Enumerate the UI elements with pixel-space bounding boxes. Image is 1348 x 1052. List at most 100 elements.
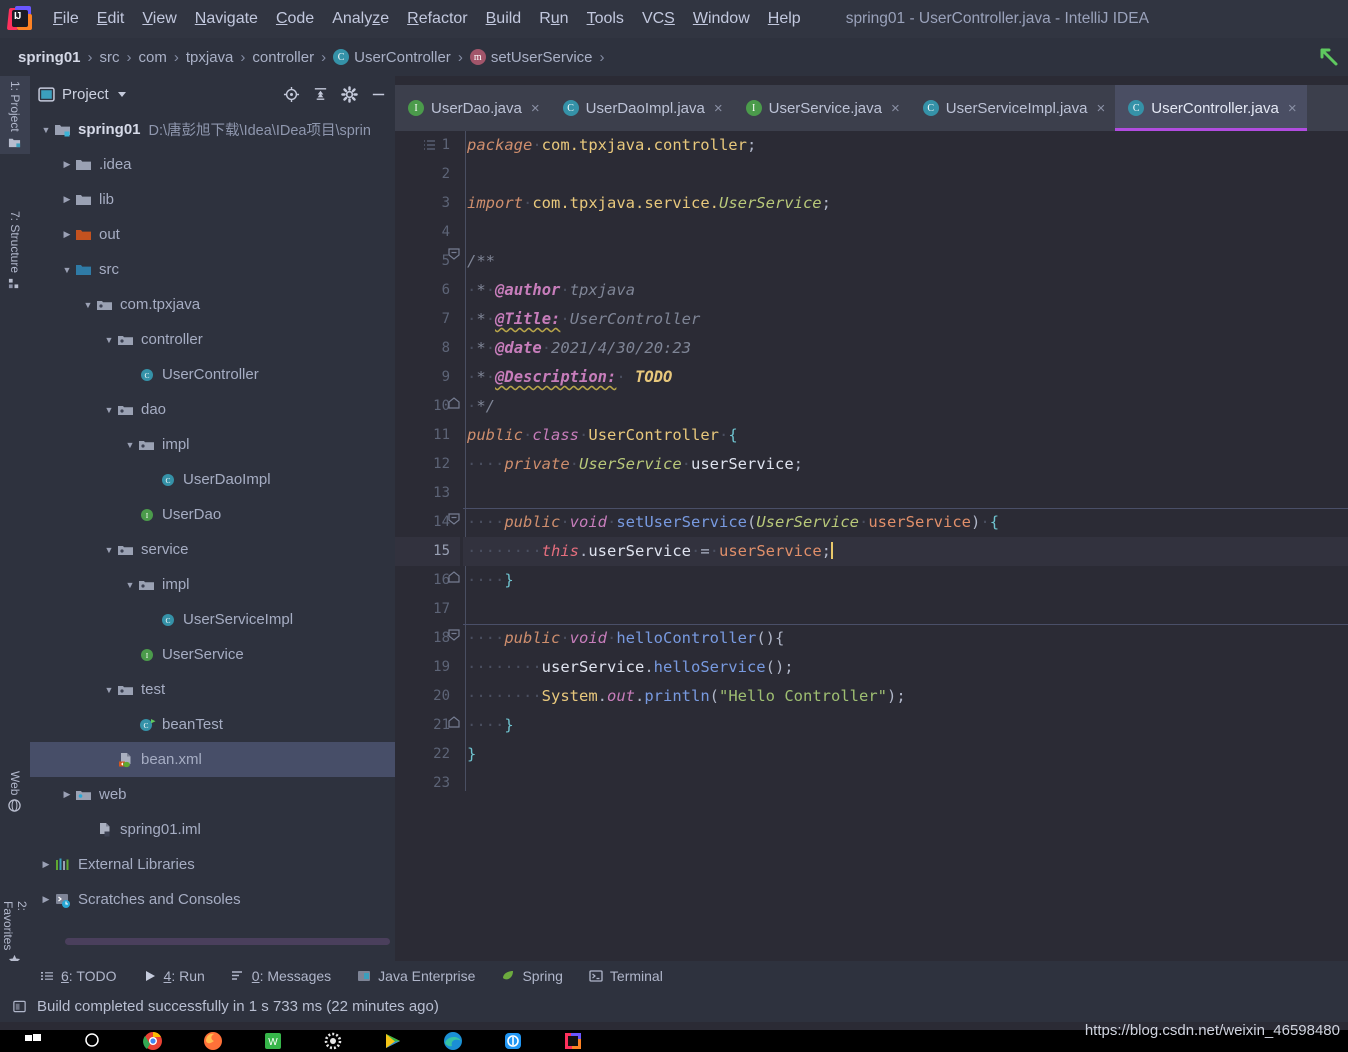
tab-close-icon[interactable]: × <box>891 100 900 117</box>
menu-edit[interactable]: Edit <box>88 6 134 32</box>
fold-end-icon-16[interactable] <box>447 570 461 584</box>
tree-node-spring01-iml[interactable]: spring01.iml <box>30 812 395 847</box>
tree-node-external-libraries[interactable]: ▶ External Libraries <box>30 847 395 882</box>
tool-window-spring[interactable]: Spring <box>501 968 563 984</box>
firefox-icon[interactable] <box>202 1031 224 1051</box>
code-line-6[interactable]: ·*·@author·tpxjava <box>463 276 1348 305</box>
edge-icon[interactable] <box>442 1031 464 1051</box>
tree-node-service[interactable]: ▼ service <box>30 532 395 567</box>
tree-arrow-down-icon[interactable]: ▼ <box>101 405 117 415</box>
code-text[interactable]: package·com.tpxjava.controller; import·c… <box>463 131 1348 961</box>
tool-window-terminal[interactable]: Terminal <box>589 968 663 984</box>
tool-strip-project[interactable]: 1: Project <box>0 76 30 154</box>
hide-panel-icon[interactable] <box>370 86 387 103</box>
tree-node-test[interactable]: ▼ test <box>30 672 395 707</box>
tree-node--idea[interactable]: ▶ .idea <box>30 147 395 182</box>
menu-help[interactable]: Help <box>759 6 810 32</box>
code-line-8[interactable]: ·*·@date·2021/4/30/20:23 <box>463 334 1348 363</box>
fold-end-icon-21[interactable] <box>447 715 461 729</box>
tool-window-4--run[interactable]: 4: Run <box>143 968 205 984</box>
breadcrumb-item-com[interactable]: com <box>139 49 167 66</box>
tool-strip-structure[interactable]: 7: Structure <box>0 206 30 295</box>
breadcrumb-item-setuserservice[interactable]: m setUserService <box>469 49 593 66</box>
menu-build[interactable]: Build <box>477 6 531 32</box>
media-player-icon[interactable] <box>382 1031 404 1051</box>
chrome-icon[interactable] <box>142 1031 164 1051</box>
tool-strip-web[interactable]: Web <box>0 766 30 817</box>
tree-node-lib[interactable]: ▶ lib <box>30 182 395 217</box>
breadcrumb-item-controller[interactable]: controller <box>252 49 314 66</box>
tree-node-userserviceimpl[interactable]: C UserServiceImpl <box>30 602 395 637</box>
tool-window-6--todo[interactable]: 6: TODO <box>40 968 117 984</box>
menu-vcs[interactable]: VCS <box>633 6 684 32</box>
menu-refactor[interactable]: Refactor <box>398 6 476 32</box>
tree-arrow-right-icon[interactable]: ▶ <box>59 159 75 170</box>
tree-node-com-tpxjava[interactable]: ▼ com.tpxjava <box>30 287 395 322</box>
menu-tools[interactable]: Tools <box>578 6 633 32</box>
code-line-13[interactable] <box>463 479 1348 508</box>
code-line-3[interactable]: import·com.tpxjava.service.UserService; <box>463 189 1348 218</box>
tree-node-userdao[interactable]: I UserDao <box>30 497 395 532</box>
tree-arrow-right-icon[interactable]: ▶ <box>59 194 75 205</box>
settings-gear-icon[interactable] <box>341 85 358 103</box>
breadcrumb-item-src[interactable]: src <box>100 49 120 66</box>
code-line-12[interactable]: ····private·UserService·userService; <box>463 450 1348 479</box>
code-line-19[interactable]: ········userService.helloService(); <box>463 653 1348 682</box>
menu-view[interactable]: View <box>133 6 185 32</box>
windows-start-icon[interactable] <box>22 1031 44 1051</box>
code-line-5[interactable]: /** <box>463 247 1348 276</box>
tab-close-icon[interactable]: × <box>1288 100 1297 117</box>
tree-arrow-down-icon[interactable]: ▼ <box>101 685 117 695</box>
tool-window-java-enterprise[interactable]: Java Enterprise <box>357 968 475 984</box>
tree-node-controller[interactable]: ▼ controller <box>30 322 395 357</box>
search-icon[interactable] <box>82 1031 104 1051</box>
tree-node-src[interactable]: ▼ src <box>30 252 395 287</box>
menu-analyze[interactable]: Analyze <box>323 6 398 32</box>
fold-collapse-icon-18[interactable] <box>447 628 461 642</box>
editor-tab-userdaoimpl-java[interactable]: C UserDaoImpl.java × <box>550 85 733 131</box>
tree-node-userservice[interactable]: I UserService <box>30 637 395 672</box>
tree-node-usercontroller[interactable]: C UserController <box>30 357 395 392</box>
tree-node-impl[interactable]: ▼ impl <box>30 567 395 602</box>
fold-collapse-icon-14[interactable] <box>447 512 461 526</box>
code-line-20[interactable]: ········System.out.println("Hello Contro… <box>463 682 1348 711</box>
tab-close-icon[interactable]: × <box>531 100 540 117</box>
menu-run[interactable]: Run <box>530 6 577 32</box>
tree-node-scratches-and-consoles[interactable]: ▶ Scratches and Consoles <box>30 882 395 917</box>
intellij-taskbar-icon[interactable] <box>562 1031 584 1051</box>
chevron-down-icon[interactable] <box>116 88 128 100</box>
tree-node-dao[interactable]: ▼ dao <box>30 392 395 427</box>
collapse-all-icon[interactable] <box>312 86 329 103</box>
tree-node-impl[interactable]: ▼ impl <box>30 427 395 462</box>
code-line-7[interactable]: ·*·@Title:·UserController <box>463 305 1348 334</box>
menu-code[interactable]: Code <box>267 6 323 32</box>
menu-window[interactable]: Window <box>684 6 759 32</box>
editor-tab-usercontroller-java[interactable]: C UserController.java × <box>1115 85 1307 131</box>
code-editor[interactable]: 1 2 3 4 5 6 7 8 9 10 11 12 13 14 15 16 17 18 19 20 21 22 23 pa… <box>395 131 1348 961</box>
green-arrow-icon[interactable] <box>1318 47 1340 69</box>
wps-icon[interactable]: W <box>262 1031 284 1051</box>
locate-in-tree-icon[interactable] <box>283 86 300 103</box>
breadcrumb-item-spring01[interactable]: spring01 <box>18 49 81 66</box>
tree-arrow-down-icon[interactable]: ▼ <box>80 300 96 310</box>
breadcrumb-item-tpxjava[interactable]: tpxjava <box>186 49 234 66</box>
code-line-17[interactable] <box>463 595 1348 624</box>
fold-markers[interactable] <box>424 131 463 961</box>
tree-arrow-right-icon[interactable]: ▶ <box>38 859 54 870</box>
menu-navigate[interactable]: Navigate <box>186 6 267 32</box>
tree-arrow-down-icon[interactable]: ▼ <box>122 440 138 450</box>
code-line-9[interactable]: ·*·@Description:· TODO <box>463 363 1348 392</box>
project-tree[interactable]: ▼ spring01 D:\唐彭旭下载\Idea\IDea项目\sprin ▶ .ide… <box>30 112 395 927</box>
tree-arrow-right-icon[interactable]: ▶ <box>38 894 54 905</box>
code-line-23[interactable] <box>463 769 1348 798</box>
tree-arrow-down-icon[interactable]: ▼ <box>101 545 117 555</box>
tree-node-beantest[interactable]: CbeanTest <box>30 707 395 742</box>
code-line-10[interactable]: ·*/ <box>463 392 1348 421</box>
editor-tab-userserviceimpl-java[interactable]: C UserServiceImpl.java × <box>910 85 1115 131</box>
project-tree-hscrollbar[interactable] <box>65 938 390 945</box>
code-line-15[interactable]: ········this.userService·=·userService; <box>463 537 1348 566</box>
menu-file[interactable]: File <box>44 6 88 32</box>
code-line-14[interactable]: ····public·void·setUserService(UserServi… <box>463 508 1348 537</box>
tab-close-icon[interactable]: × <box>714 100 723 117</box>
tree-node-web[interactable]: ▶ web <box>30 777 395 812</box>
